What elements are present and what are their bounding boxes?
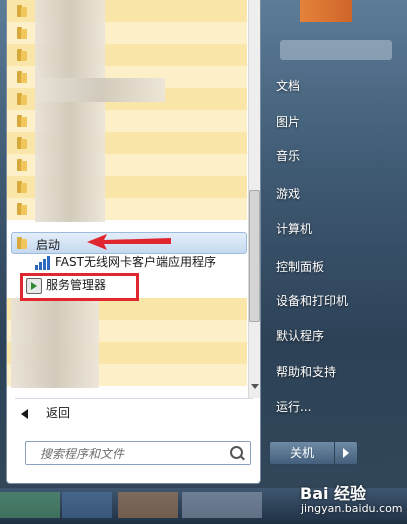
folder-icon xyxy=(17,49,28,61)
search-input[interactable]: 搜索程序和文件 xyxy=(25,441,251,465)
folder-icon xyxy=(17,27,28,39)
highlight-box xyxy=(20,273,139,301)
menu-item-games[interactable]: 游戏 xyxy=(276,184,300,204)
fast-wireless-client-item[interactable]: FAST无线网卡客户端应用程序 xyxy=(35,252,216,272)
search-icon[interactable] xyxy=(230,446,243,459)
taskbar-item[interactable] xyxy=(118,492,178,518)
menu-item-documents[interactable]: 文档 xyxy=(276,76,300,96)
taskbar-item[interactable] xyxy=(0,492,60,518)
folder-icon xyxy=(17,237,28,249)
scroll-down-icon[interactable] xyxy=(251,384,259,389)
taskbar-item[interactable] xyxy=(62,492,112,518)
scrollbar-thumb[interactable] xyxy=(249,190,260,322)
taskbar-item[interactable] xyxy=(182,492,262,518)
back-arrow-icon xyxy=(21,408,28,419)
program-list[interactable]: 启动 FAST无线网卡客户端应用程序 服务管理器 xyxy=(7,0,247,398)
folder-icon xyxy=(17,115,28,127)
folder-icon xyxy=(17,71,28,83)
watermark-url: jingyan.baidu.com xyxy=(301,502,403,515)
divider xyxy=(15,398,253,399)
folder-icon xyxy=(17,137,28,149)
search-placeholder: 搜索程序和文件 xyxy=(40,447,125,461)
menu-item-control-panel[interactable]: 控制面板 xyxy=(276,257,324,277)
menu-item-help-support[interactable]: 帮助和支持 xyxy=(276,362,336,382)
back-label: 返回 xyxy=(46,406,71,420)
folder-icon xyxy=(17,159,28,171)
pixelated-area xyxy=(37,78,165,102)
watermark-brand: Bai 经验 xyxy=(300,484,367,503)
folder-icon xyxy=(17,5,28,17)
start-menu: 启动 FAST无线网卡客户端应用程序 服务管理器 返回 搜索程序和文件 文档 图… xyxy=(0,0,407,488)
fast-wireless-client-label: FAST无线网卡客户端应用程序 xyxy=(55,255,216,269)
pixelated-area xyxy=(35,0,105,222)
menu-item-devices-printers[interactable]: 设备和打印机 xyxy=(276,291,348,311)
menu-item-run[interactable]: 运行... xyxy=(276,397,311,417)
right-panel: 文档 图片 音乐 游戏 计算机 控制面板 设备和打印机 默认程序 帮助和支持 运… xyxy=(262,0,407,488)
menu-item-default-programs[interactable]: 默认程序 xyxy=(276,326,324,346)
menu-item-pictures[interactable]: 图片 xyxy=(276,112,300,132)
menu-item-music[interactable]: 音乐 xyxy=(276,146,300,166)
folder-icon xyxy=(17,93,28,105)
pixelated-area xyxy=(11,298,99,388)
back-button[interactable]: 返回 xyxy=(21,402,70,424)
programs-panel: 启动 FAST无线网卡客户端应用程序 服务管理器 返回 搜索程序和文件 xyxy=(6,0,261,484)
folder-icon xyxy=(17,181,28,193)
annotation-arrow-icon xyxy=(87,234,171,250)
startup-folder-label: 启动 xyxy=(36,238,61,252)
folder-icon xyxy=(17,203,28,215)
menu-item-computer[interactable]: 计算机 xyxy=(276,219,312,239)
shutdown-button[interactable]: 关机 xyxy=(269,441,335,465)
shutdown-options-button[interactable] xyxy=(334,441,358,465)
signal-bars-icon xyxy=(35,255,51,270)
